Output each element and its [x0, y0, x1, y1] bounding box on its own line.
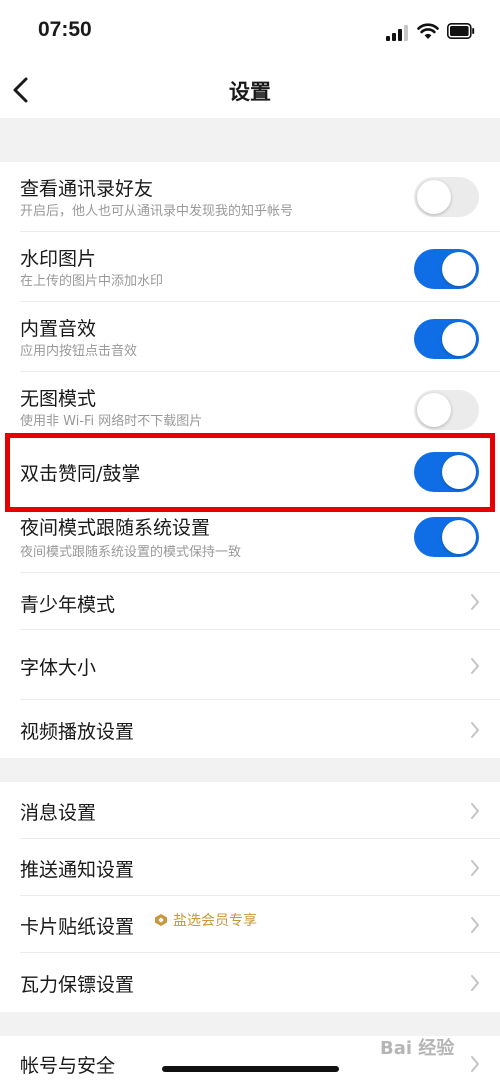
setting-row-card-sticker[interactable]: 卡片贴纸设置 盐选会员专享 — [0, 896, 500, 953]
setting-row-messages[interactable]: 消息设置 — [0, 782, 500, 839]
chevron-right-icon — [471, 1056, 479, 1072]
contacts-toggle[interactable] — [414, 177, 479, 217]
row-subtitle: 应用内按钮点击音效 — [20, 344, 138, 359]
vip-badge-label: 盐选会员专享 — [173, 913, 257, 929]
toggle-knob — [442, 322, 476, 356]
row-subtitle: 开启后，他人也可从通讯录中发现我的知乎帐号 — [20, 204, 294, 219]
row-title: 水印图片 — [20, 248, 97, 270]
row-title: 瓦力保镖设置 — [20, 974, 135, 996]
section-gap — [0, 118, 500, 162]
row-subtitle: 在上传的图片中添加水印 — [20, 274, 164, 289]
setting-row-bodyguard[interactable]: 瓦力保镖设置 — [0, 953, 500, 1012]
row-title: 青少年模式 — [20, 594, 116, 616]
page-title: 设置 — [229, 80, 271, 104]
setting-row-no-image[interactable]: 无图模式 使用非 Wi-Fi 网络时不下载图片 — [0, 372, 500, 438]
status-bar: 07:50 — [0, 0, 500, 62]
toggle-knob — [417, 393, 451, 427]
navigation-bar: 设置 — [0, 62, 500, 118]
chevron-right-icon — [471, 917, 479, 933]
sound-toggle[interactable] — [414, 319, 479, 359]
row-title: 卡片贴纸设置 — [20, 916, 135, 938]
status-time: 07:50 — [38, 18, 92, 41]
battery-icon — [447, 23, 475, 39]
chevron-right-icon — [471, 658, 479, 674]
row-title: 内置音效 — [20, 318, 97, 340]
vip-badge: 盐选会员专享 — [154, 910, 257, 930]
setting-row-watermark[interactable]: 水印图片 在上传的图片中添加水印 — [0, 232, 500, 302]
row-subtitle: 夜间模式跟随系统设置的模式保持一致 — [20, 545, 242, 560]
chevron-right-icon — [471, 594, 479, 610]
watermark: Bai 经验 — [380, 1038, 455, 1059]
setting-row-push[interactable]: 推送通知设置 — [0, 839, 500, 896]
row-title: 夜间模式跟随系统设置 — [20, 517, 211, 539]
section-gap — [0, 758, 500, 782]
row-title: 消息设置 — [20, 802, 97, 824]
toggle-knob — [442, 252, 476, 286]
setting-row-video-playback[interactable]: 视频播放设置 — [0, 700, 500, 758]
setting-row-sound[interactable]: 内置音效 应用内按钮点击音效 — [0, 302, 500, 372]
toggle-knob — [442, 520, 476, 554]
row-title: 查看通讯录好友 — [20, 178, 154, 200]
setting-row-font-size[interactable]: 字体大小 — [0, 630, 500, 700]
row-title: 视频播放设置 — [20, 721, 135, 743]
row-title: 推送通知设置 — [20, 859, 135, 881]
chevron-right-icon — [471, 860, 479, 876]
home-indicator[interactable] — [162, 1066, 339, 1072]
row-title: 帐号与安全 — [20, 1055, 116, 1077]
no-image-toggle[interactable] — [414, 390, 479, 430]
setting-row-contacts[interactable]: 查看通讯录好友 开启后，他人也可从通讯录中发现我的知乎帐号 — [0, 162, 500, 232]
chevron-right-icon — [471, 803, 479, 819]
vip-diamond-icon — [155, 914, 167, 926]
setting-row-night-mode[interactable]: 夜间模式跟随系统设置 夜间模式跟随系统设置的模式保持一致 — [0, 503, 500, 573]
night-mode-toggle[interactable] — [414, 517, 479, 557]
row-title: 无图模式 — [20, 388, 97, 410]
chevron-right-icon — [471, 722, 479, 738]
toggle-knob — [417, 180, 451, 214]
chevron-right-icon — [471, 975, 479, 991]
watermark-toggle[interactable] — [414, 249, 479, 289]
section-gap — [0, 1012, 500, 1036]
cellular-signal-icon — [386, 25, 408, 41]
row-subtitle: 使用非 Wi-Fi 网络时不下载图片 — [20, 414, 203, 429]
setting-row-teen-mode[interactable]: 青少年模式 — [0, 573, 500, 630]
wifi-icon — [417, 23, 439, 39]
highlight-box — [5, 433, 495, 512]
row-title: 字体大小 — [20, 657, 97, 679]
